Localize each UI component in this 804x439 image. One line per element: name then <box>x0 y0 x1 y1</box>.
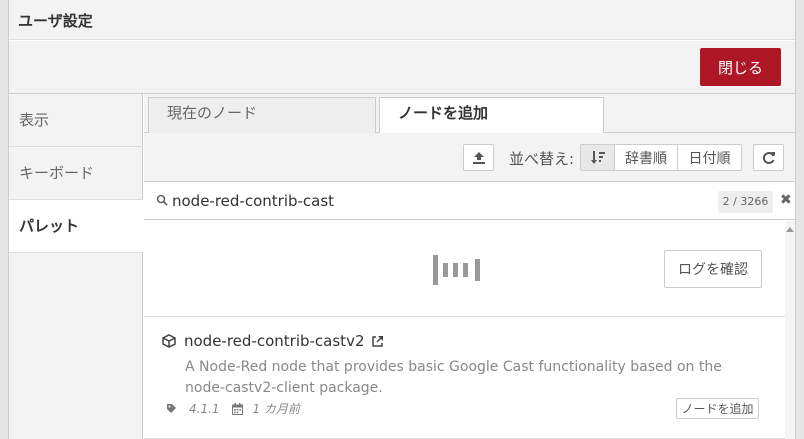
clear-search-icon[interactable]: ✖ <box>780 192 792 208</box>
background-right-strip <box>795 0 804 439</box>
sort-icon <box>590 151 605 164</box>
node-meta: 4.1.1 1 カ月前 <box>166 400 300 417</box>
dialog-title: ユーザ設定 <box>18 12 93 30</box>
node-description: A Node-Red node that provides basic Goog… <box>185 359 722 396</box>
dialog-actionbar: 閉じる <box>9 41 795 94</box>
sidebar-item-keyboard[interactable]: キーボード <box>9 147 143 200</box>
palette-panel: 現在のノード ノードを追加 並べ替え: 辞書順 日付順 node-red-con… <box>144 94 795 439</box>
sort-date-button[interactable]: 日付順 <box>678 145 741 170</box>
tab-install-nodes[interactable]: ノードを追加 <box>379 97 604 134</box>
node-version: 4.1.1 <box>189 401 220 416</box>
calendar-icon <box>231 402 243 415</box>
loading-spinner-icon <box>433 255 480 285</box>
search-input[interactable] <box>172 190 692 212</box>
sort-button-group: 辞書順 日付順 <box>580 144 742 171</box>
loading-row: ログを確認 <box>144 221 785 317</box>
scroll-up-icon[interactable] <box>786 227 794 232</box>
sidebar-item-palette[interactable]: パレット <box>9 200 144 253</box>
node-updated: 1 カ月前 <box>252 402 300 416</box>
background-left-strip <box>0 0 9 439</box>
list-item: node-red-contrib-castv2 A Node-Red node … <box>144 318 785 439</box>
search-icon <box>156 194 168 206</box>
sort-order-button[interactable] <box>581 145 615 170</box>
package-icon <box>162 334 176 348</box>
results-area: ログを確認 node-red-contrib-castv2 A Node-Red… <box>144 221 795 439</box>
results-list: ログを確認 node-red-contrib-castv2 A Node-Red… <box>144 221 785 439</box>
search-bar: 2 / 3266 ✖ <box>144 183 795 220</box>
view-log-button[interactable]: ログを確認 <box>664 250 762 288</box>
tag-icon <box>167 404 176 413</box>
sort-label: 並べ替え: <box>509 150 575 168</box>
node-name-row: node-red-contrib-castv2 <box>162 332 384 350</box>
close-button[interactable]: 閉じる <box>700 48 781 86</box>
refresh-icon <box>762 151 775 164</box>
results-scrollbar[interactable] <box>785 221 795 439</box>
result-count-badge: 2 / 3266 <box>718 191 773 213</box>
settings-sidebar: 表示 キーボード パレット <box>9 94 144 439</box>
palette-tabs: 現在のノード ノードを追加 <box>144 94 795 134</box>
sidebar-item-view[interactable]: 表示 <box>9 94 143 147</box>
install-node-button[interactable]: ノードを追加 <box>676 398 759 419</box>
upload-button[interactable] <box>463 144 494 171</box>
palette-toolbar: 並べ替え: 辞書順 日付順 <box>144 133 795 182</box>
user-settings-dialog: ユーザ設定 閉じる 表示 キーボード パレット 現在のノード ノードを追加 並べ… <box>9 0 795 439</box>
external-link-icon[interactable] <box>371 335 384 348</box>
upload-icon <box>472 151 485 164</box>
dialog-titlebar: ユーザ設定 <box>9 0 795 40</box>
tab-current-nodes[interactable]: 現在のノード <box>148 97 376 134</box>
refresh-button[interactable] <box>753 144 784 171</box>
node-name-link[interactable]: node-red-contrib-castv2 <box>184 332 364 350</box>
sort-alphabetical-button[interactable]: 辞書順 <box>615 145 678 170</box>
